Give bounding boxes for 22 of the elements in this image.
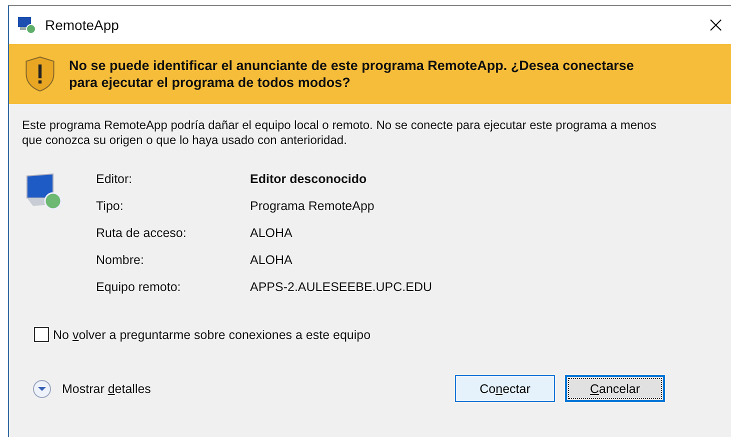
detail-label: Equipo remoto: — [96, 279, 182, 296]
close-button[interactable]: × — [700, 12, 731, 38]
show-details-link[interactable]: Mostrar detalles — [62, 382, 151, 396]
description-text: Este programa RemoteApp podría dañar el equipo local o remoto. No se conecte para ejecutar este programa a menos que conozca su origen o que lo haya usado con anterioridad. — [22, 118, 658, 148]
detail-label: Editor: — [96, 171, 134, 188]
detail-label: Ruta de acceso: — [96, 225, 188, 242]
detail-value: ALOHA — [250, 252, 294, 269]
checkbox[interactable] — [34, 327, 49, 342]
detail-value: Programa RemoteApp — [250, 198, 376, 215]
remote-desktop-icon — [17, 16, 37, 34]
detail-value: APPS-2.AULESEEBE.UPC.EDU — [250, 279, 432, 296]
cancel-button[interactable]: Cancelar — [565, 375, 665, 402]
detail-value: ALOHA — [250, 225, 294, 242]
window-title: RemoteApp — [45, 17, 119, 33]
chevron-down-icon[interactable] — [32, 378, 52, 398]
detail-value: Editor desconocido — [250, 171, 368, 188]
detail-label: Tipo: — [96, 198, 124, 215]
warning-message: No se puede identificar el anunciante de este programa RemoteApp. ¿Desea conectarse para ejecutar el programa de todos modos? — [69, 57, 635, 91]
warning-shield-icon — [23, 56, 57, 92]
detail-label: Nombre: — [96, 252, 145, 269]
connect-button[interactable]: Conectar — [455, 375, 555, 402]
checkbox-label: No volver a preguntarme sobre conexiones a este equipo — [53, 328, 371, 342]
